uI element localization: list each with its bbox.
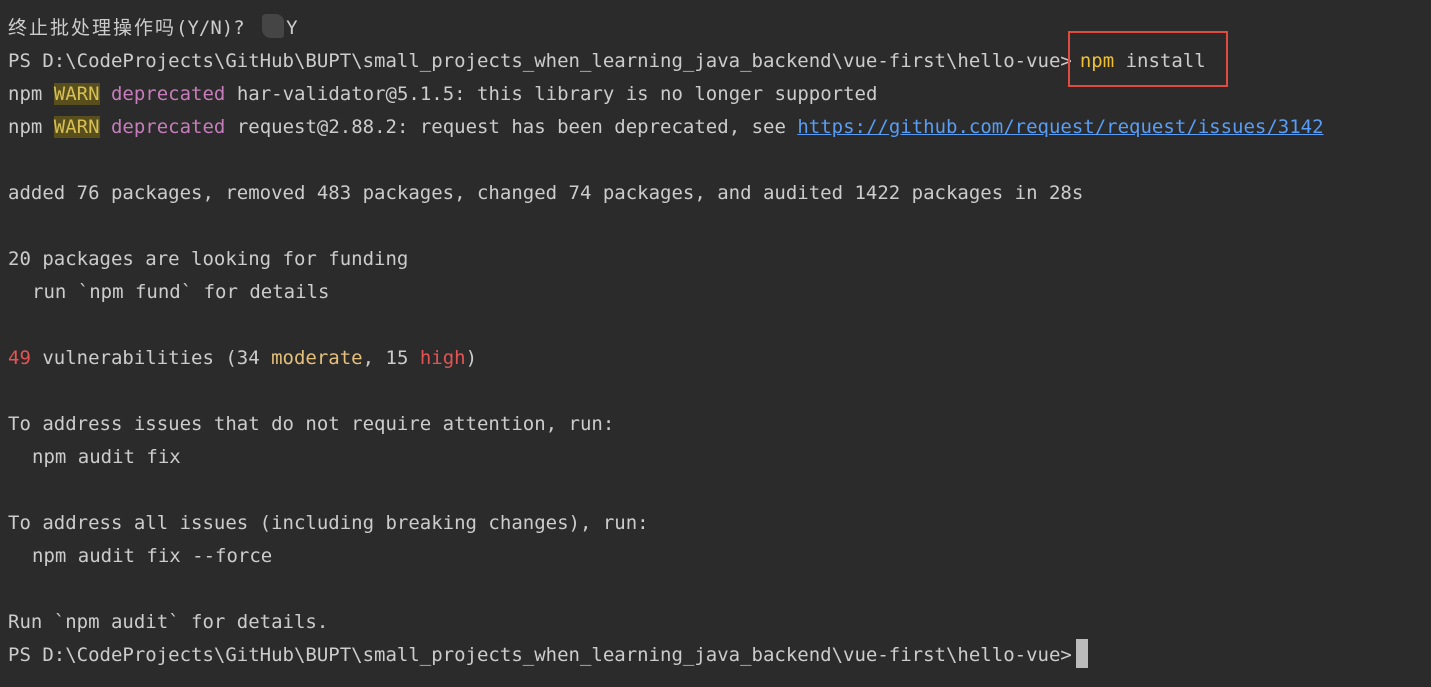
- terminal-line-funding: 20 packages are looking for funding: [8, 248, 409, 270]
- vulnerability-text-2: , 15: [362, 347, 420, 369]
- terminal-line-npm-fund-hint: run `npm fund` for details: [32, 281, 330, 303]
- terminal-line-audit-fix-force: npm audit fix --force: [32, 545, 273, 567]
- warn-message: request@2.88.2: request has been depreca…: [225, 116, 798, 138]
- warn-badge: WARN: [53, 83, 100, 105]
- ps-prompt: PS D:\CodeProjects\GitHub\BUPT\small_pro…: [8, 50, 1072, 72]
- terminal-line-vulnerabilities: 49 vulnerabilities (34 moderate, 15 high…: [8, 342, 1431, 375]
- highlighted-command: npm install: [1067, 31, 1228, 87]
- high-label: high: [419, 347, 466, 369]
- ps-prompt: PS D:\CodeProjects\GitHub\BUPT\small_pro…: [8, 644, 1072, 666]
- redaction-blob: [262, 14, 285, 38]
- terminal-line-final-prompt[interactable]: PS D:\CodeProjects\GitHub\BUPT\small_pro…: [8, 639, 1431, 672]
- command-npm: npm: [1079, 50, 1115, 72]
- terminal-line-batch-prompt: 终止批处理操作吗(Y/N)? Y: [8, 12, 1431, 45]
- terminal-line-address-all-issues: To address all issues (including breakin…: [8, 512, 649, 534]
- terminal-line-warn-har-validator: npm WARN deprecated har-validator@5.1.5:…: [8, 78, 1431, 111]
- npm-prefix: npm: [8, 83, 54, 105]
- batch-answer: Y: [286, 17, 298, 39]
- deprecated-label: deprecated: [99, 116, 226, 138]
- batch-terminate-prompt: 终止批处理操作吗: [8, 17, 177, 39]
- terminal-line-npm-install-command: PS D:\CodeProjects\GitHub\BUPT\small_pro…: [8, 31, 1431, 87]
- terminal-window[interactable]: 终止批处理操作吗(Y/N)? Y PS D:\CodeProjects\GitH…: [0, 0, 1431, 687]
- vulnerability-text: vulnerabilities (34: [30, 347, 272, 369]
- deprecated-label: deprecated: [99, 83, 226, 105]
- batch-prompt-suffix: (Y/N)?: [176, 17, 257, 39]
- moderate-label: moderate: [271, 347, 363, 369]
- terminal-line-address-issues: To address issues that do not require at…: [8, 413, 615, 435]
- npm-prefix: npm: [8, 116, 54, 138]
- vulnerability-text-3: ): [465, 347, 478, 369]
- terminal-line-warn-request: npm WARN deprecated request@2.88.2: requ…: [8, 111, 1431, 144]
- command-args: install: [1114, 50, 1206, 72]
- terminal-line-added-summary: added 76 packages, removed 483 packages,…: [8, 182, 1084, 204]
- github-issue-link[interactable]: https://github.com/request/request/issue…: [797, 116, 1323, 138]
- terminal-line-run-audit: Run `npm audit` for details.: [8, 611, 329, 633]
- warn-badge: WARN: [53, 116, 100, 138]
- terminal-line-audit-fix: npm audit fix: [32, 446, 181, 468]
- vulnerability-count: 49: [8, 347, 31, 369]
- warn-message: har-validator@5.1.5: this library is no …: [225, 83, 878, 105]
- text-cursor: [1075, 639, 1088, 668]
